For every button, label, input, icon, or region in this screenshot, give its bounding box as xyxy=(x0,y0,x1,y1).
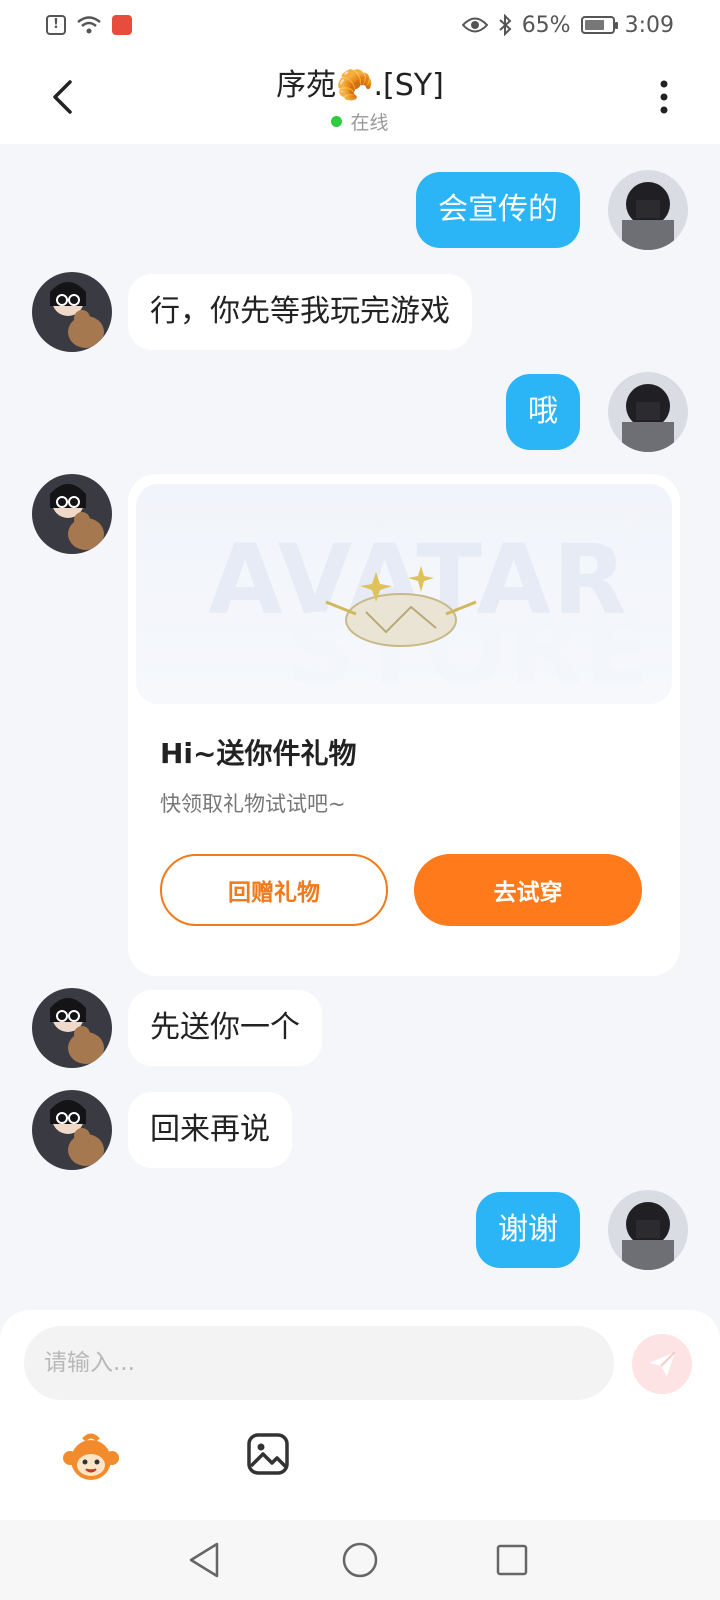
contact-avatar[interactable] xyxy=(32,474,112,554)
gift-title: Hi~送你件礼物 xyxy=(160,737,357,770)
gift-banner: AVATAR STORE xyxy=(136,484,672,704)
online-dot xyxy=(331,116,343,127)
wifi-icon xyxy=(76,15,102,35)
try-on-button[interactable]: 去试穿 xyxy=(414,854,642,926)
my-avatar[interactable] xyxy=(608,170,688,250)
status-right: 65% 3:09 xyxy=(461,12,674,38)
image-icon xyxy=(247,1433,289,1475)
message-input[interactable] xyxy=(24,1326,614,1400)
more-button[interactable] xyxy=(644,72,684,122)
chat-title: 序苑🥐.[SY] xyxy=(276,68,444,103)
status-bar: ! 65% 3:09 xyxy=(0,0,720,50)
online-label: 在线 xyxy=(350,112,389,134)
app-notification-icon xyxy=(112,15,132,35)
send-icon xyxy=(649,1351,676,1376)
message-bubble-theirs[interactable]: 行，你先等我玩完游戏 xyxy=(128,274,472,350)
contact-avatar[interactable] xyxy=(32,1090,112,1170)
return-gift-button[interactable]: 回赠礼物 xyxy=(160,854,388,926)
alert-icon: ! xyxy=(46,15,66,35)
image-button[interactable] xyxy=(246,1432,290,1476)
nav-home-button[interactable] xyxy=(338,1538,382,1582)
gift-subtitle: 快领取礼物试试吧~ xyxy=(160,792,346,816)
more-vertical-icon xyxy=(660,80,668,114)
title-area: 序苑🥐.[SY] 在线 xyxy=(0,60,720,135)
battery-percent: 65% xyxy=(521,12,571,38)
nav-recents-button[interactable] xyxy=(490,1538,534,1582)
send-button[interactable] xyxy=(632,1334,692,1394)
crown-gift-icon xyxy=(325,566,477,647)
message-row: 行，你先等我玩完游戏 xyxy=(0,272,720,352)
message-row: 回来再说 xyxy=(0,1090,720,1170)
contact-avatar[interactable] xyxy=(32,988,112,1068)
contact-avatar[interactable] xyxy=(32,272,112,352)
message-row: 先送你一个 xyxy=(0,988,720,1068)
nav-back-button[interactable] xyxy=(182,1538,226,1582)
system-nav-bar xyxy=(0,1520,720,1600)
message-bubble-mine[interactable]: 哦 xyxy=(506,374,580,450)
my-avatar[interactable] xyxy=(608,1190,688,1270)
mascot-button[interactable] xyxy=(62,1432,120,1484)
online-status: 在线 xyxy=(331,108,389,135)
message-list[interactable]: 会宣传的 行，你先等我玩完游戏 哦 AVATAR STORE Hi~送你件礼物 … xyxy=(0,144,720,1310)
message-bubble-theirs[interactable]: 先送你一个 xyxy=(128,990,322,1066)
composer xyxy=(0,1310,720,1520)
nav-recents-icon xyxy=(496,1544,528,1576)
nav-back-icon xyxy=(189,1542,219,1578)
bluetooth-icon xyxy=(498,14,512,36)
message-row: 谢谢 xyxy=(0,1190,720,1270)
message-bubble-mine[interactable]: 谢谢 xyxy=(476,1192,580,1268)
chat-header: 序苑🥐.[SY] 在线 xyxy=(0,50,720,144)
battery-fill xyxy=(584,20,604,30)
message-bubble-mine[interactable]: 会宣传的 xyxy=(416,172,580,248)
gift-card[interactable]: AVATAR STORE Hi~送你件礼物 快领取礼物试试吧~ 回赠礼物 去试穿 xyxy=(128,474,680,976)
nav-home-icon xyxy=(342,1542,378,1578)
status-left: ! xyxy=(46,15,132,35)
message-bubble-theirs[interactable]: 回来再说 xyxy=(128,1092,292,1168)
my-avatar[interactable] xyxy=(608,372,688,452)
eye-icon xyxy=(461,16,488,34)
mascot-icon xyxy=(63,1433,119,1480)
battery-icon xyxy=(580,16,618,34)
message-row-gift: AVATAR STORE Hi~送你件礼物 快领取礼物试试吧~ 回赠礼物 去试穿 xyxy=(0,474,720,976)
message-row: 会宣传的 xyxy=(0,170,720,250)
message-row: 哦 xyxy=(0,372,720,452)
clock: 3:09 xyxy=(624,12,674,38)
